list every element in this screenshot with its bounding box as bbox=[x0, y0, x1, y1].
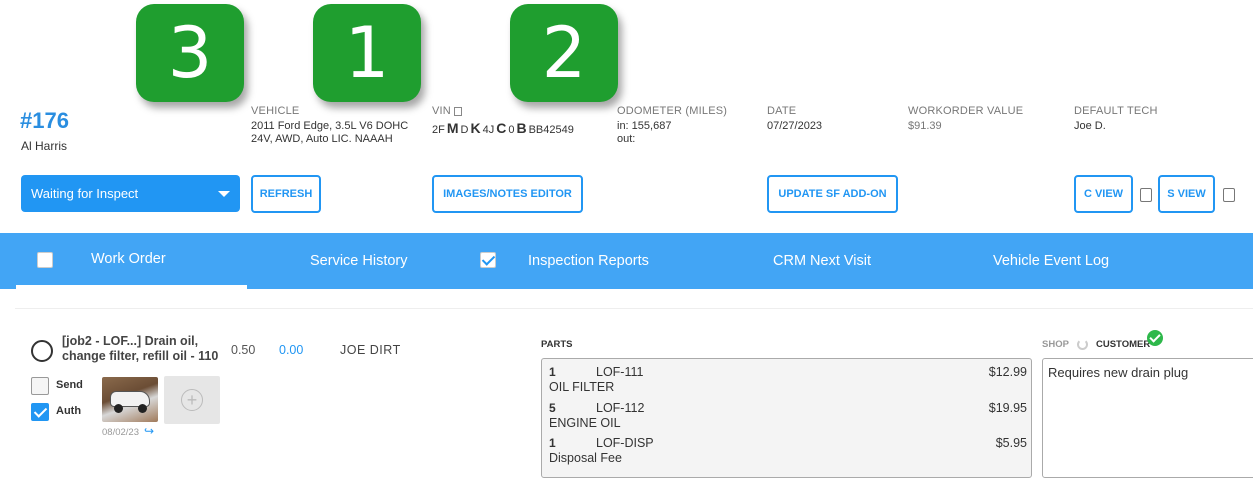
part-amount: $19.95 bbox=[988, 401, 1027, 415]
copy-icon[interactable] bbox=[453, 106, 462, 116]
parts-list[interactable]: 1 LOF-111 $12.99 OIL FILTER 5 LOF-112 $19.95 EN… bbox=[541, 358, 1032, 478]
part-number: LOF-DISP bbox=[596, 436, 654, 450]
add-photo-button[interactable]: + bbox=[164, 376, 220, 424]
parts-label: PARTS bbox=[541, 339, 573, 350]
odometer-info: ODOMETER (MILES) in: 155,687 out: bbox=[617, 105, 727, 146]
vehicle-info: VEHICLE 2011 Ford Edge, 3.5L V6 DOHC 24V… bbox=[251, 105, 408, 146]
inspection-reports-checkbox[interactable] bbox=[480, 252, 496, 268]
vin-segment: B bbox=[516, 120, 527, 136]
date-value: 07/27/2023 bbox=[767, 120, 823, 132]
step-badge-3: 3 bbox=[136, 4, 244, 102]
copy-c-view-icon[interactable] bbox=[1137, 185, 1152, 202]
part-description: ENGINE OIL bbox=[549, 416, 621, 430]
vin-segment: 4J bbox=[482, 124, 495, 136]
job-hours[interactable]: 0.50 bbox=[231, 343, 255, 357]
default-tech-info: DEFAULT TECH Joe D. bbox=[1074, 105, 1158, 133]
refresh-button[interactable]: REFRESH bbox=[251, 175, 321, 213]
default-tech-label: DEFAULT TECH bbox=[1074, 105, 1158, 117]
tab-crm-next-visit[interactable]: CRM Next Visit bbox=[773, 233, 871, 289]
step-badge-2: 2 bbox=[510, 4, 618, 102]
loading-spinner-icon bbox=[1077, 339, 1088, 350]
customer-name[interactable]: Al Harris bbox=[21, 139, 67, 153]
tab-vehicle-event-log[interactable]: Vehicle Event Log bbox=[993, 233, 1109, 289]
tab-inspection-reports[interactable]: Inspection Reports bbox=[528, 233, 649, 289]
vin-segment: 2F bbox=[432, 124, 445, 136]
odometer-in: in: 155,687 bbox=[617, 120, 672, 132]
vin-label: VIN bbox=[432, 105, 451, 117]
vin-segment: BB42549 bbox=[528, 124, 574, 136]
status-dropdown[interactable]: Waiting for Inspect bbox=[21, 175, 240, 212]
divider bbox=[15, 308, 1253, 309]
vehicle-line2: 24V, AWD, Auto LIC. NAAAH bbox=[251, 133, 393, 145]
part-description: Disposal Fee bbox=[549, 451, 622, 465]
send-checkbox[interactable] bbox=[31, 377, 49, 395]
vin-segment: C bbox=[496, 120, 507, 136]
workorder-value: $91.39 bbox=[908, 120, 942, 132]
vehicle-photo-thumbnail[interactable] bbox=[102, 377, 158, 422]
images-notes-editor-button[interactable]: IMAGES/NOTES EDITOR bbox=[432, 175, 583, 213]
date-label: DATE bbox=[767, 105, 797, 117]
part-qty: 1 bbox=[549, 436, 556, 450]
update-sf-addon-button[interactable]: UPDATE SF ADD-ON bbox=[767, 175, 898, 213]
tab-service-history[interactable]: Service History bbox=[310, 233, 408, 289]
photo-date: 08/02/23 bbox=[102, 427, 139, 438]
job-title[interactable]: [job2 - LOF...] Drain oil, change filter… bbox=[62, 334, 227, 364]
vin-segment: M bbox=[446, 120, 459, 136]
check-circle-icon bbox=[1147, 330, 1163, 346]
workorder-value-info: WORKORDER VALUE $91.39 bbox=[908, 105, 1023, 133]
customer-tab[interactable]: CUSTOMER bbox=[1096, 339, 1150, 350]
step-badge-1: 1 bbox=[313, 4, 421, 102]
vin-value: 2F M D K 4J C 0 B BB42549 bbox=[432, 120, 574, 136]
copy-s-view-icon[interactable] bbox=[1220, 185, 1235, 202]
s-view-button[interactable]: S VIEW bbox=[1158, 175, 1215, 213]
vehicle-label: VEHICLE bbox=[251, 105, 300, 117]
c-view-button[interactable]: C VIEW bbox=[1074, 175, 1133, 213]
customer-note-textarea[interactable]: Requires new drain plug bbox=[1042, 358, 1253, 478]
tab-service-history-label: Service History bbox=[310, 253, 408, 269]
workorder-number: #176 bbox=[20, 108, 69, 133]
odometer-label: ODOMETER (MILES) bbox=[617, 105, 728, 117]
shop-tab[interactable]: SHOP bbox=[1042, 339, 1069, 350]
status-selected: Waiting for Inspect bbox=[31, 186, 139, 201]
vin-segment: D bbox=[460, 124, 469, 136]
tab-work-order[interactable]: Work Order bbox=[16, 233, 247, 289]
auth-checkbox[interactable] bbox=[31, 403, 49, 421]
part-amount: $5.95 bbox=[995, 436, 1027, 450]
tab-work-order-label: Work Order bbox=[91, 251, 166, 267]
part-description: OIL FILTER bbox=[549, 380, 615, 394]
date-info: DATE 07/27/2023 bbox=[767, 105, 822, 133]
workorder-value-label: WORKORDER VALUE bbox=[908, 105, 1024, 117]
vehicle-line1: 2011 Ford Edge, 3.5L V6 DOHC bbox=[251, 120, 409, 132]
tab-bar: Work Order Service History Inspection Re… bbox=[0, 233, 1253, 289]
tab-inspection-reports-label: Inspection Reports bbox=[528, 253, 649, 269]
vin-info: VIN 2F M D K 4J C 0 B BB42549 bbox=[432, 105, 574, 136]
part-qty: 1 bbox=[549, 365, 556, 379]
auth-label: Auth bbox=[56, 405, 82, 417]
part-number: LOF-112 bbox=[596, 401, 645, 415]
job-price[interactable]: 0.00 bbox=[279, 343, 303, 357]
part-number: LOF-111 bbox=[596, 365, 644, 379]
vin-segment: 0 bbox=[508, 124, 515, 136]
share-icon[interactable]: ↪ bbox=[144, 424, 154, 438]
odometer-out: out: bbox=[617, 133, 636, 145]
default-tech-value: Joe D. bbox=[1074, 120, 1106, 132]
job-select-radio[interactable] bbox=[31, 340, 53, 362]
chevron-down-icon bbox=[218, 190, 230, 197]
send-label: Send bbox=[56, 379, 83, 391]
tab-crm-next-visit-label: CRM Next Visit bbox=[773, 253, 872, 269]
plus-icon: + bbox=[181, 389, 203, 411]
vin-segment: K bbox=[470, 120, 481, 136]
part-qty: 5 bbox=[549, 401, 556, 415]
part-amount: $12.99 bbox=[988, 365, 1027, 379]
work-order-checkbox[interactable] bbox=[37, 252, 53, 268]
tab-vehicle-event-log-label: Vehicle Event Log bbox=[993, 253, 1110, 269]
job-tech[interactable]: JOE DIRT bbox=[340, 343, 401, 357]
